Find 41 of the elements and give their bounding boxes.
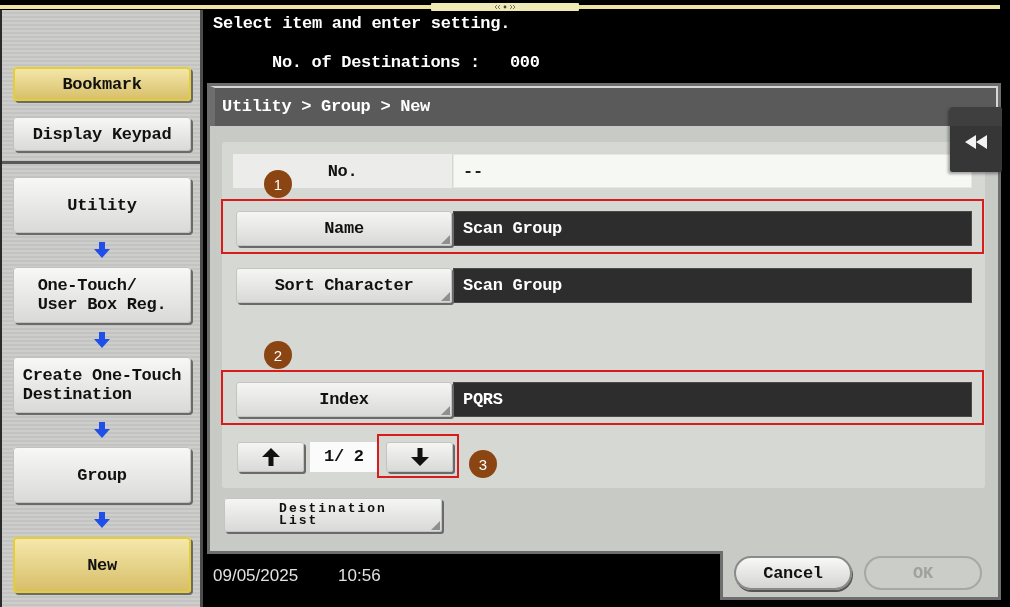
step-marker: 3	[469, 450, 497, 478]
field-button[interactable]: Index	[236, 382, 452, 417]
instruction-text: Select item and enter setting.	[212, 13, 512, 35]
arrow-down-icon	[94, 242, 110, 258]
step-marker: 2	[264, 341, 292, 369]
destination-list-button[interactable]: Destination List	[224, 498, 442, 532]
destinations-label: No. of Destinations :	[272, 52, 480, 74]
arrow-down-icon	[94, 512, 110, 528]
collapse-button[interactable]	[950, 107, 1002, 172]
arrow-down-icon	[409, 447, 430, 467]
corner-triangle-icon	[441, 406, 450, 415]
sidebar-button[interactable]: Display Keypad	[13, 117, 191, 151]
step-marker: 1	[264, 170, 292, 198]
arrow-up-icon	[260, 447, 281, 467]
path-step-button[interactable]: Group	[13, 447, 191, 503]
path-step-button[interactable]: Create One-Touch Destination	[13, 357, 191, 413]
corner-triangle-icon	[441, 235, 450, 244]
sidebar-button[interactable]: Bookmark	[13, 67, 191, 101]
field-button[interactable]: Sort Character	[236, 268, 452, 303]
date-text: 09/05/2025	[213, 566, 299, 586]
path-step-button[interactable]: New	[13, 537, 191, 593]
corner-triangle-icon	[441, 292, 450, 301]
value-field: Scan Group	[453, 211, 972, 246]
breadcrumb-bar: Utility > Group > New	[210, 86, 998, 126]
arrow-down-icon	[94, 422, 110, 438]
path-step-button[interactable]: One-Touch/ User Box Reg.	[13, 267, 191, 323]
page-down-button[interactable]	[386, 442, 453, 472]
page-up-button[interactable]	[237, 442, 304, 472]
destinations-count: 000	[509, 52, 540, 74]
drag-handle-icon[interactable]	[431, 3, 579, 11]
value-field: PQRS	[453, 382, 972, 417]
page-indicator: 1/ 2	[310, 442, 377, 472]
arrow-down-icon	[94, 332, 110, 348]
double-left-arrow-icon	[965, 135, 987, 149]
time-text: 10:56	[338, 566, 381, 586]
cancel-button[interactable]: Cancel	[734, 556, 852, 590]
value-field: --	[453, 154, 972, 188]
corner-triangle-icon	[431, 521, 440, 530]
value-field: Scan Group	[453, 268, 972, 303]
field-button[interactable]: Name	[236, 211, 452, 246]
path-step-button[interactable]: Utility	[13, 177, 191, 233]
